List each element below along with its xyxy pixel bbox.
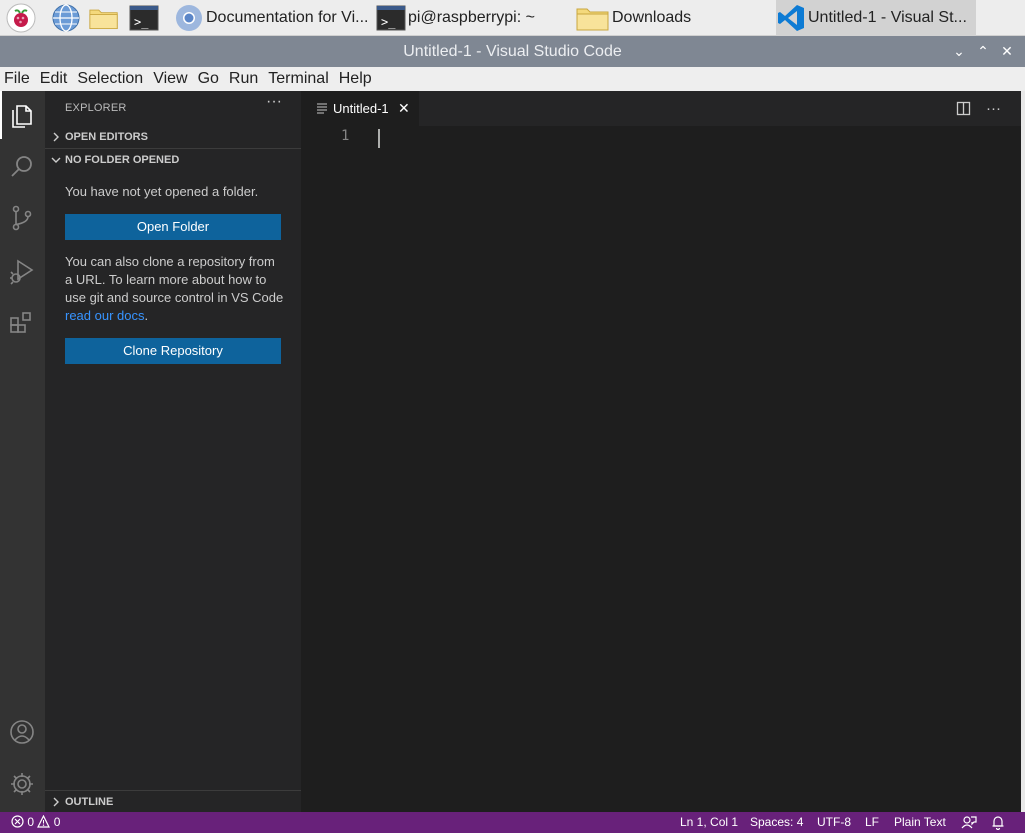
extensions-icon[interactable] (8, 309, 36, 337)
activity-bar (0, 91, 45, 812)
status-bar: 0 0 Ln 1, Col 1 Spaces: 4 UTF-8 LF Plain… (0, 812, 1025, 833)
encoding[interactable]: UTF-8 (817, 812, 851, 833)
clone-message: You can also clone a repository from a U… (65, 253, 285, 325)
explorer-icon[interactable] (8, 102, 36, 130)
section-label: OPEN EDITORS (65, 131, 148, 143)
task-vscode[interactable]: Untitled-1 - Visual St... (776, 0, 976, 36)
open-editors-header[interactable]: OPEN EDITORS (45, 126, 301, 148)
source-control-icon[interactable] (8, 204, 36, 232)
menu-view[interactable]: View (149, 68, 193, 90)
language-mode[interactable]: Plain Text (894, 812, 946, 833)
web-browser-icon[interactable] (51, 3, 81, 33)
svg-text:>_: >_ (134, 15, 149, 29)
editor-more-actions-button[interactable]: ··· (986, 91, 1001, 126)
terminal-launcher-icon[interactable]: >_ (129, 3, 159, 33)
no-folder-header[interactable]: NO FOLDER OPENED (45, 149, 301, 171)
section-label: OUTLINE (65, 796, 114, 808)
error-count: 0 (27, 815, 35, 829)
run-debug-icon[interactable] (8, 257, 36, 285)
chevron-down-icon (51, 157, 61, 163)
warning-count: 0 (53, 815, 61, 829)
chevron-right-icon (53, 797, 59, 807)
end-of-line[interactable]: LF (865, 812, 879, 833)
task-downloads[interactable]: Downloads (576, 0, 776, 36)
vscode-icon (778, 5, 804, 31)
window-titlebar[interactable]: Untitled-1 - Visual Studio Code ⌄ ⌃ ✕ (0, 36, 1025, 67)
split-editor-icon[interactable] (955, 91, 973, 126)
tab-untitled-1[interactable]: Untitled-1 ✕ (301, 91, 419, 126)
sidebar-title: EXPLORER (65, 102, 127, 114)
clone-repository-button[interactable]: Clone Repository (65, 338, 281, 364)
plain-text-file-icon (317, 103, 327, 114)
file-manager-icon[interactable] (89, 3, 119, 33)
task-label: Documentation for Vi... (206, 9, 369, 26)
menu-file[interactable]: File (0, 68, 36, 90)
tab-label: Untitled-1 (333, 101, 389, 116)
cursor-position[interactable]: Ln 1, Col 1 (680, 812, 738, 833)
settings-gear-icon[interactable] (8, 770, 36, 798)
clone-period: . (144, 308, 149, 323)
menu-terminal[interactable]: Terminal (264, 68, 334, 90)
read-docs-link[interactable]: read our docs (65, 308, 145, 323)
menu-selection[interactable]: Selection (73, 68, 149, 90)
menu-help[interactable]: Help (335, 68, 378, 90)
text-cursor (378, 129, 380, 148)
editor-area[interactable]: 1 (301, 126, 1021, 812)
error-icon (11, 815, 24, 828)
menu-go[interactable]: Go (194, 68, 225, 90)
task-chromium-docs[interactable]: Documentation for Vi... (174, 0, 374, 36)
outline-header[interactable]: OUTLINE (45, 790, 301, 812)
notifications-bell-icon[interactable] (991, 815, 1005, 830)
problems-indicator[interactable]: 0 0 (11, 812, 60, 833)
chromium-icon (176, 5, 202, 31)
task-label: Untitled-1 - Visual St... (808, 9, 967, 26)
menu-edit[interactable]: Edit (36, 68, 74, 90)
menu-run[interactable]: Run (225, 68, 264, 90)
window-title: Untitled-1 - Visual Studio Code (403, 43, 622, 60)
feedback-icon[interactable] (961, 815, 977, 830)
account-icon[interactable] (8, 718, 36, 746)
warning-icon (37, 814, 51, 828)
clone-text: You can also clone a repository from a U… (65, 254, 284, 305)
active-indicator (0, 91, 2, 139)
maximize-button[interactable]: ⌃ (972, 36, 994, 67)
task-label: Downloads (612, 9, 692, 26)
window-edge (1021, 91, 1025, 812)
indentation[interactable]: Spaces: 4 (750, 812, 803, 833)
svg-text:>_: >_ (381, 15, 396, 29)
task-label: pi@raspberrypi: ~ (408, 9, 535, 26)
raspberry-menu-icon[interactable] (6, 3, 36, 33)
minimize-button[interactable]: ⌄ (948, 36, 970, 67)
section-label: NO FOLDER OPENED (65, 154, 180, 166)
search-icon[interactable] (8, 153, 36, 181)
more-actions-button[interactable]: ··· (266, 93, 282, 111)
explorer-sidebar: EXPLORER ··· OPEN EDITORS NO FOLDER OPEN… (45, 91, 301, 812)
terminal-icon: >_ (376, 5, 406, 31)
os-taskbar: >_ Documentation for Vi... >_ pi@raspber… (0, 0, 1025, 36)
close-button[interactable]: ✕ (996, 36, 1018, 67)
tab-close-button[interactable]: ✕ (398, 91, 410, 126)
menu-bar: File Edit Selection View Go Run Terminal… (0, 67, 1025, 91)
line-number: 1 (341, 128, 350, 144)
chevron-right-icon (53, 132, 59, 142)
no-folder-message: You have not yet opened a folder. (65, 184, 259, 199)
folder-icon (576, 8, 609, 31)
editor-tab-bar: Untitled-1 ✕ ··· (301, 91, 1021, 126)
task-terminal[interactable]: >_ pi@raspberrypi: ~ (376, 0, 576, 36)
open-folder-button[interactable]: Open Folder (65, 214, 281, 240)
